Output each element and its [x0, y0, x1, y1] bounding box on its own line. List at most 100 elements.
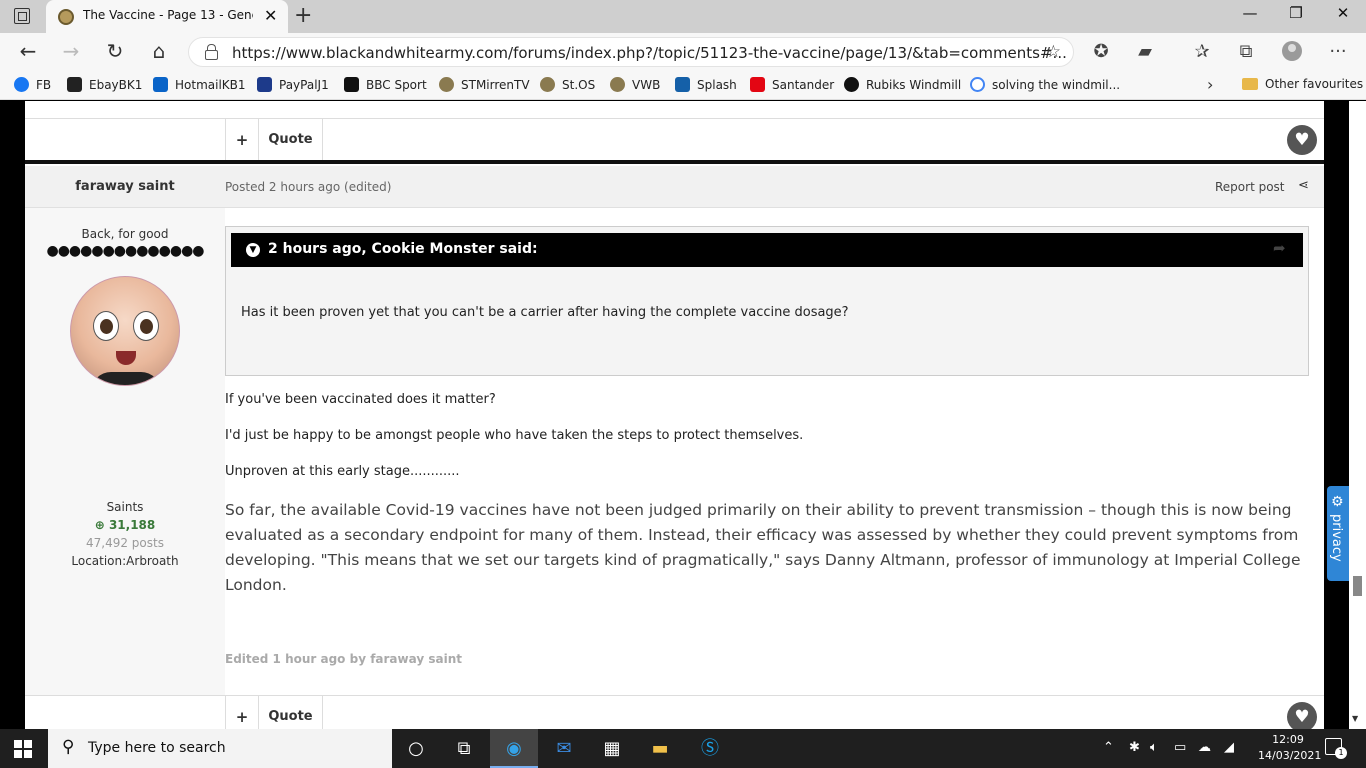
browser-tab-active[interactable]: The Vaccine - Page 13 - General ✕ — [46, 0, 288, 33]
url-text[interactable]: https://www.blackandwhitearmy.com/forums… — [232, 44, 1067, 62]
tab-close-icon[interactable]: ✕ — [264, 6, 277, 25]
address-bar[interactable]: https://www.blackandwhitearmy.com/forums… — [188, 37, 1074, 67]
favourite-fb[interactable]: FB — [14, 77, 51, 92]
favourite-paypal[interactable]: PayPalJ1 — [257, 77, 329, 92]
favourite-splash[interactable]: Splash — [675, 77, 737, 92]
search-icon: ⚲ — [62, 737, 75, 757]
task-view-icon[interactable]: ⧉ — [440, 729, 488, 768]
post-paragraph: I'd just be happy to be amongst people w… — [225, 428, 804, 443]
skype-icon[interactable]: Ⓢ — [686, 729, 734, 768]
rank-pips: ●●●●●●●●●●●●●● — [46, 243, 204, 259]
paypal-icon — [257, 77, 272, 92]
battery-icon[interactable]: ▭ — [1174, 740, 1186, 755]
multiquote-button[interactable]: + — [225, 696, 259, 729]
edge-browser-icon[interactable]: ◉ — [490, 729, 538, 768]
club-crest-icon — [610, 77, 625, 92]
reaction-heart-icon[interactable]: ♥ — [1287, 702, 1317, 729]
restore-button[interactable]: ❐ — [1286, 4, 1306, 22]
quote-button[interactable]: Quote — [259, 696, 323, 729]
share-icon[interactable]: ⋖ — [1298, 178, 1309, 193]
reading-view-icon[interactable]: ▰ — [1132, 41, 1158, 62]
forum-page: + Quote ♥ faraway saint Posted 2 hours a… — [25, 101, 1324, 729]
splash-icon — [675, 77, 690, 92]
quote-citation[interactable]: 2 hours ago, Cookie Monster said: — [268, 241, 538, 257]
minimize-button[interactable]: — — [1240, 4, 1260, 22]
mail-icon[interactable]: ✉ — [540, 729, 588, 768]
facebook-icon — [14, 77, 29, 92]
privacy-settings-tab[interactable]: ⚙ privacy — [1327, 486, 1349, 581]
santander-icon — [750, 77, 765, 92]
favourite-ebay[interactable]: EbayBK1 — [67, 77, 142, 92]
favourite-stos[interactable]: St.OS — [540, 77, 595, 92]
other-favourites-folder[interactable]: Other favourites — [1242, 77, 1363, 91]
quote-citation-bar[interactable]: ▼ 2 hours ago, Cookie Monster said: ➦ — [231, 233, 1303, 267]
favourite-bbc-sport[interactable]: BBC Sport — [344, 77, 427, 92]
bluetooth-icon[interactable]: ✱ — [1129, 740, 1140, 755]
multiquote-button[interactable]: + — [225, 119, 259, 161]
google-icon — [970, 77, 985, 92]
member-group: Saints — [106, 500, 144, 514]
volume-muted-icon[interactable]: 🔈︎ — [1150, 740, 1158, 755]
tab-title: The Vaccine - Page 13 - General — [83, 8, 253, 22]
plus-circle-icon: ⊕ — [94, 518, 109, 532]
favourite-vwb[interactable]: VWB — [610, 77, 660, 92]
browser-toolbar: ← → ↻ ⌂ https://www.blackandwhitearmy.co… — [0, 33, 1366, 71]
favourite-solving-windmill[interactable]: solving the windmil... — [970, 77, 1120, 92]
store-icon[interactable]: ▦ — [588, 729, 636, 768]
system-clock[interactable]: 12:09 14/03/2021 — [1258, 732, 1321, 764]
close-window-button[interactable]: ✕ — [1333, 4, 1353, 22]
forward-button[interactable]: → — [58, 39, 84, 63]
quote-button[interactable]: Quote — [259, 119, 323, 161]
shopping-bag-icon — [67, 77, 82, 92]
site-favicon-icon — [58, 9, 74, 25]
scrollbar-thumb[interactable] — [1353, 576, 1362, 596]
home-button[interactable]: ⌂ — [146, 39, 172, 63]
reputation-badge[interactable]: ⊕ 31,188 — [25, 518, 225, 532]
new-tab-button[interactable]: + — [294, 3, 312, 28]
taskbar-search-placeholder: Type here to search — [88, 740, 226, 756]
favourite-rubiks-windmill[interactable]: Rubiks Windmill — [844, 77, 961, 92]
favourite-stmirrentv[interactable]: STMirrenTV — [439, 77, 530, 92]
post-header: faraway saint Posted 2 hours ago (edited… — [25, 166, 1324, 208]
favourites-icon[interactable]: ✰ — [1189, 41, 1215, 62]
wifi-icon[interactable]: ◢ — [1224, 740, 1234, 755]
file-explorer-icon[interactable]: ▬ — [636, 729, 684, 768]
windows-start-icon[interactable] — [14, 740, 32, 758]
avatar-suit — [91, 372, 161, 385]
tab-actions-icon[interactable] — [14, 8, 30, 24]
lock-icon[interactable] — [205, 44, 218, 60]
favourites-overflow-chevron-icon[interactable]: › — [1207, 75, 1213, 94]
post-date[interactable]: Posted 2 hours ago (edited) — [225, 180, 391, 194]
bbc-icon — [344, 77, 359, 92]
go-to-quote-icon[interactable]: ➦ — [1273, 239, 1286, 257]
report-post-link[interactable]: Report post — [1215, 180, 1285, 194]
folder-icon — [1242, 78, 1258, 90]
settings-more-button[interactable]: ··· — [1325, 41, 1351, 62]
onedrive-icon[interactable]: ☁ — [1198, 740, 1211, 755]
scroll-down-arrow-icon[interactable]: ▼ — [1352, 714, 1358, 723]
author-panel: Back, for good ●●●●●●●●●●●●●● Saints ⊕ 3… — [25, 208, 225, 696]
page-scrollbar[interactable] — [1349, 101, 1366, 729]
favourite-santander[interactable]: Santander — [750, 77, 834, 92]
extension-icon[interactable]: ✪ — [1088, 41, 1114, 62]
browser-title-bar: The Vaccine - Page 13 - General ✕ + — ❐ … — [0, 0, 1366, 33]
gear-icon: ⚙ — [1331, 494, 1344, 510]
tray-overflow-chevron-icon[interactable]: ⌃ — [1103, 740, 1114, 755]
windows-taskbar: ⚲ Type here to search ○ ⧉ ◉ ✉ ▦ ▬ Ⓢ ⌃ ✱ … — [0, 729, 1366, 768]
avatar-eye — [133, 311, 159, 341]
reload-button[interactable]: ↻ — [102, 39, 128, 63]
post-count: 47,492 posts — [86, 536, 164, 550]
post-author-name[interactable]: faraway saint — [25, 179, 225, 194]
back-button[interactable]: ← — [15, 39, 41, 63]
taskbar-search-box[interactable]: ⚲ Type here to search — [48, 729, 392, 768]
reaction-heart-icon[interactable]: ♥ — [1287, 125, 1317, 155]
cortana-icon[interactable]: ○ — [392, 729, 440, 768]
profile-avatar-icon[interactable] — [1282, 41, 1302, 61]
favourite-hotmail[interactable]: HotmailKB1 — [153, 77, 246, 92]
avatar[interactable] — [70, 276, 180, 386]
chevron-down-icon[interactable]: ▼ — [246, 243, 260, 257]
add-favourite-icon[interactable]: ☆ — [1046, 42, 1061, 62]
collections-icon[interactable]: ⧉ — [1233, 41, 1259, 62]
post-separator — [25, 160, 1324, 164]
notification-count-badge: 1 — [1335, 747, 1347, 759]
